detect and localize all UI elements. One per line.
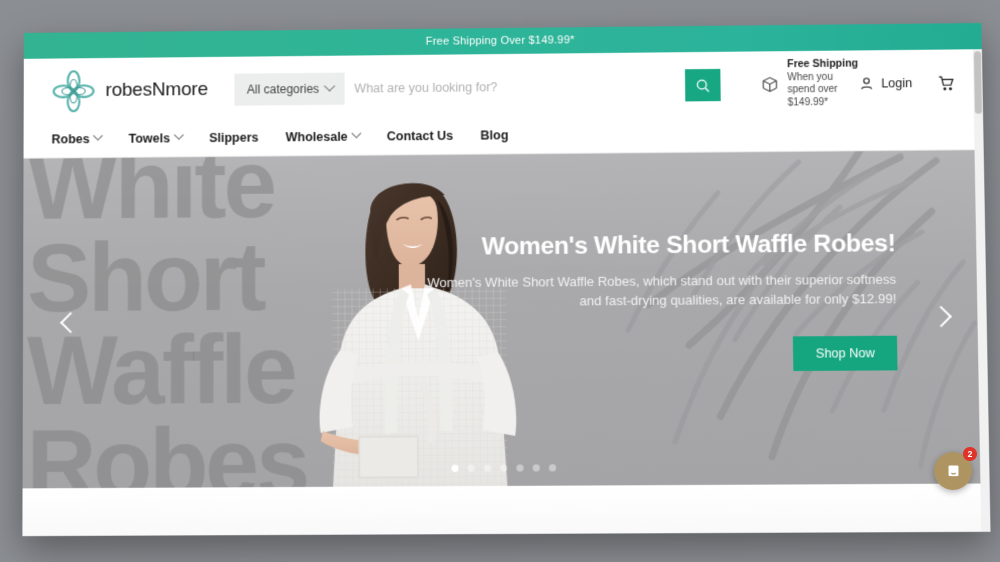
hero-carousel: White Short Waffle Robes Women's White S…	[22, 150, 990, 489]
nav-label: Slippers	[209, 130, 259, 145]
nav-item-robes[interactable]: Robes	[51, 130, 104, 146]
chevron-down-icon	[93, 130, 104, 141]
shipping-title: Free Shipping	[787, 57, 859, 71]
chevron-down-icon	[351, 128, 362, 139]
category-select-label: All categories	[246, 81, 320, 97]
chevron-right-icon	[929, 305, 952, 328]
search-button[interactable]	[684, 68, 721, 102]
carousel-dot[interactable]	[548, 464, 556, 472]
package-box-icon	[760, 72, 778, 96]
nav-item-wholesale[interactable]: Wholesale	[285, 128, 362, 144]
screenshot-stage: Free Shipping Over $149.99* robesNmore A…	[0, 0, 1000, 562]
nav-item-towels[interactable]: Towels	[128, 130, 184, 146]
page-content-below-fold	[22, 483, 991, 537]
page-perspective-wrapper: Free Shipping Over $149.99* robesNmore A…	[22, 22, 991, 537]
search-input[interactable]	[344, 69, 685, 105]
carousel-dot[interactable]	[483, 464, 491, 472]
shop-now-button[interactable]: Shop Now	[793, 335, 898, 371]
carousel-prev-button[interactable]	[53, 307, 83, 337]
clover-flower-logo-icon	[52, 70, 95, 113]
search-bar: All categories	[233, 68, 721, 106]
chat-widget-button[interactable]: 2	[934, 447, 977, 490]
shopping-cart-icon[interactable]	[937, 73, 957, 92]
shipping-line-2: $149.99*	[787, 97, 829, 109]
chat-bubble-icon	[948, 464, 958, 476]
carousel-next-button[interactable]	[927, 301, 958, 332]
announcement-text: Free Shipping Over $149.99*	[425, 34, 575, 48]
category-select[interactable]: All categories	[233, 72, 345, 106]
logo[interactable]: robesNmore	[52, 68, 208, 113]
search-icon	[695, 78, 710, 93]
hero-title: Women's White Short Waffle Robes!	[481, 229, 896, 261]
nav-item-blog[interactable]: Blog	[480, 128, 508, 142]
nav-item-slippers[interactable]: Slippers	[209, 130, 258, 144]
carousel-dot[interactable]	[515, 464, 524, 472]
nav-label: Robes	[51, 131, 90, 146]
hero-subtitle: Women's White Short Waffle Robes, which …	[427, 271, 897, 309]
chevron-down-icon	[173, 130, 184, 140]
chevron-down-icon	[323, 80, 335, 92]
hero-copy: Women's White Short Waffle Robes! Women'…	[419, 230, 898, 373]
carousel-dot[interactable]	[499, 464, 507, 472]
chevron-left-icon	[59, 311, 81, 334]
logo-text: robesNmore	[105, 78, 208, 101]
shipping-line-1: When you spend over	[787, 71, 838, 96]
carousel-dot[interactable]	[467, 464, 475, 472]
webpage: Free Shipping Over $149.99* robesNmore A…	[22, 22, 991, 537]
scrollbar-thumb[interactable]	[973, 51, 983, 114]
nav-label: Blog	[480, 127, 509, 143]
chat-unread-badge: 2	[963, 447, 977, 461]
nav-label: Wholesale	[285, 129, 348, 144]
nav-item-contact-us[interactable]: Contact Us	[387, 128, 453, 143]
user-icon	[859, 75, 875, 91]
nav-label: Towels	[128, 130, 171, 146]
carousel-dot[interactable]	[532, 464, 540, 472]
free-shipping-info: Free Shipping When you spend over $149.9…	[760, 58, 859, 111]
account-actions: Login	[859, 73, 956, 93]
nav-label: Contact Us	[386, 128, 454, 143]
carousel-dot[interactable]	[450, 464, 459, 472]
login-button[interactable]: Login	[859, 75, 913, 92]
login-label: Login	[881, 76, 913, 91]
site-header: robesNmore All categories What are you l…	[23, 49, 984, 125]
